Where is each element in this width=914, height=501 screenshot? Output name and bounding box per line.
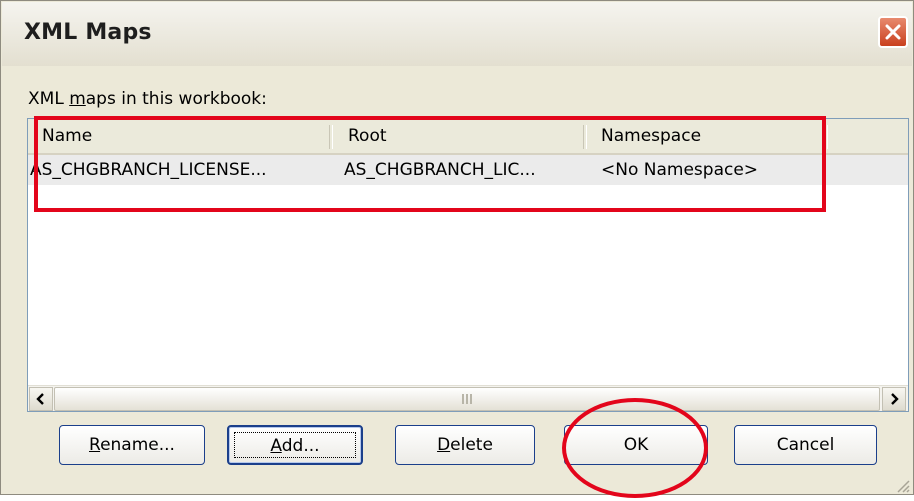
- resize-grip-icon[interactable]: [894, 477, 910, 493]
- dialog-title: XML Maps: [24, 20, 152, 45]
- horizontal-scrollbar[interactable]: [28, 385, 908, 411]
- annotation-highlight-rectangle: [34, 116, 826, 212]
- label-suffix: aps in this workbook:: [85, 89, 267, 109]
- label-prefix: XML: [28, 89, 70, 109]
- annotation-highlight-circle: [562, 398, 708, 498]
- focus-rectangle: [234, 432, 356, 458]
- scroll-left-button[interactable]: [29, 387, 53, 411]
- arrow-left-icon: [36, 393, 44, 405]
- rename-label: ename...: [100, 435, 175, 455]
- scroll-thumb[interactable]: [54, 387, 880, 411]
- close-icon: [885, 24, 901, 40]
- arrow-right-icon: [891, 393, 899, 405]
- delete-mnemonic: D: [437, 435, 451, 455]
- delete-label: elete: [450, 435, 493, 455]
- title-bar[interactable]: XML Maps: [2, 2, 912, 66]
- rename-button[interactable]: Rename...: [59, 425, 205, 465]
- label-mnemonic: m: [69, 89, 86, 109]
- grip-icon: [462, 394, 472, 404]
- xml-maps-dialog: XML Maps XML maps in this workbook: Name…: [0, 0, 914, 495]
- scroll-right-button[interactable]: [882, 387, 906, 411]
- delete-button[interactable]: Delete: [395, 425, 535, 465]
- add-button[interactable]: Add...: [227, 425, 363, 465]
- cancel-button[interactable]: Cancel: [734, 425, 877, 465]
- close-button[interactable]: [878, 16, 908, 48]
- xml-maps-list-label: XML maps in this workbook:: [28, 89, 267, 109]
- rename-mnemonic: R: [89, 435, 101, 455]
